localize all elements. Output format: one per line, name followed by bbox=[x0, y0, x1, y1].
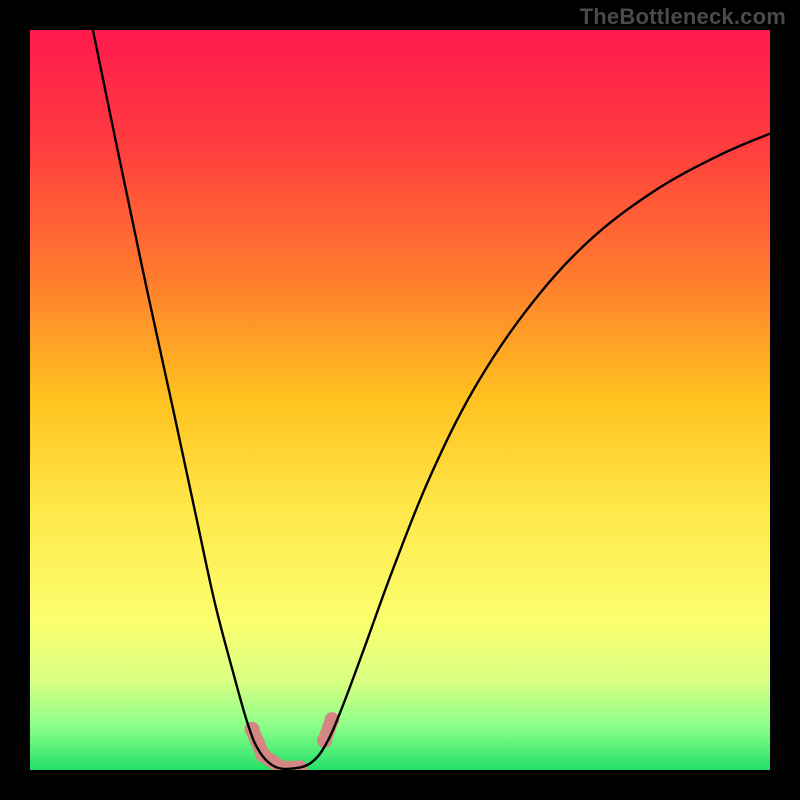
chart-frame: TheBottleneck.com bbox=[0, 0, 800, 800]
chart-svg bbox=[30, 30, 770, 770]
plot-area bbox=[30, 30, 770, 770]
watermark-text: TheBottleneck.com bbox=[580, 4, 786, 30]
gradient-background bbox=[30, 30, 770, 770]
